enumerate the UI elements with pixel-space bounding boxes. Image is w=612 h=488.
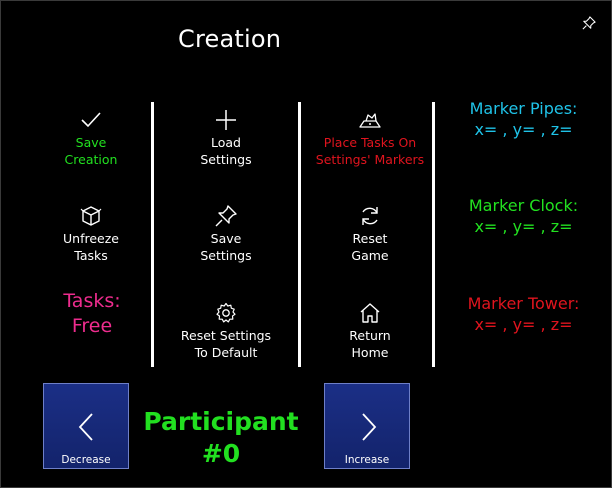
save-settings-button[interactable]: Save Settings bbox=[156, 204, 296, 264]
tasks-status: Tasks: Free bbox=[31, 289, 153, 339]
place-tasks-label: Place Tasks On Settings' Markers bbox=[315, 135, 425, 167]
decrease-label: Decrease bbox=[61, 454, 111, 466]
increase-label: Increase bbox=[344, 454, 390, 466]
main-window: Creation Save Creation Unfreeze Tasks Ta… bbox=[0, 0, 612, 488]
unfreeze-tasks-label: Unfreeze Tasks bbox=[63, 231, 119, 263]
gear-icon bbox=[216, 302, 236, 323]
participant-label: Participant bbox=[143, 407, 299, 436]
tasks-label: Tasks: bbox=[63, 290, 121, 312]
chevron-right-icon bbox=[362, 413, 377, 441]
pin-icon bbox=[215, 205, 237, 227]
return-home-label: Return Home bbox=[349, 328, 391, 360]
load-settings-label: Load Settings bbox=[200, 135, 252, 167]
pin-icon[interactable] bbox=[582, 16, 596, 30]
participant-number: #0 bbox=[201, 439, 241, 468]
reset-settings-default-label: Reset Settings To Default bbox=[180, 328, 272, 360]
reset-game-label: Reset Game bbox=[351, 231, 389, 263]
marker-tower: Marker Tower: x= , y= , z= bbox=[436, 293, 611, 335]
save-settings-label: Save Settings bbox=[200, 231, 252, 263]
decrease-button[interactable]: Decrease bbox=[43, 383, 129, 469]
chevron-left-icon bbox=[78, 413, 93, 441]
marker-pipes-name: Marker Pipes: bbox=[469, 99, 578, 118]
tasks-value: Free bbox=[71, 315, 113, 337]
participant-display: Participant #0 bbox=[141, 406, 301, 470]
refresh-icon bbox=[362, 207, 378, 225]
place-tasks-button[interactable]: Place Tasks On Settings' Markers bbox=[300, 108, 440, 168]
unfreeze-tasks-button[interactable]: Unfreeze Tasks bbox=[21, 204, 161, 264]
reset-settings-default-button[interactable]: Reset Settings To Default bbox=[156, 301, 296, 361]
marker-pipes: Marker Pipes: x= , y= , z= bbox=[436, 98, 611, 140]
save-creation-button[interactable]: Save Creation bbox=[21, 108, 161, 168]
cube-icon bbox=[80, 206, 102, 226]
marker-tower-name: Marker Tower: bbox=[467, 294, 580, 313]
marker-pipes-coords: x= , y= , z= bbox=[474, 120, 573, 139]
map-icon bbox=[359, 113, 381, 128]
marker-clock: Marker Clock: x= , y= , z= bbox=[436, 195, 611, 237]
return-home-button[interactable]: Return Home bbox=[300, 301, 440, 361]
marker-tower-coords: x= , y= , z= bbox=[474, 315, 573, 334]
load-settings-button[interactable]: Load Settings bbox=[156, 108, 296, 168]
reset-game-button[interactable]: Reset Game bbox=[300, 204, 440, 264]
plus-icon bbox=[216, 110, 236, 130]
marker-clock-name: Marker Clock: bbox=[468, 196, 579, 215]
save-creation-label: Save Creation bbox=[64, 135, 118, 167]
checkmark-icon bbox=[81, 112, 101, 128]
marker-clock-coords: x= , y= , z= bbox=[474, 217, 573, 236]
page-title: Creation bbox=[178, 25, 282, 53]
home-icon bbox=[360, 303, 380, 323]
increase-button[interactable]: Increase bbox=[324, 383, 410, 469]
